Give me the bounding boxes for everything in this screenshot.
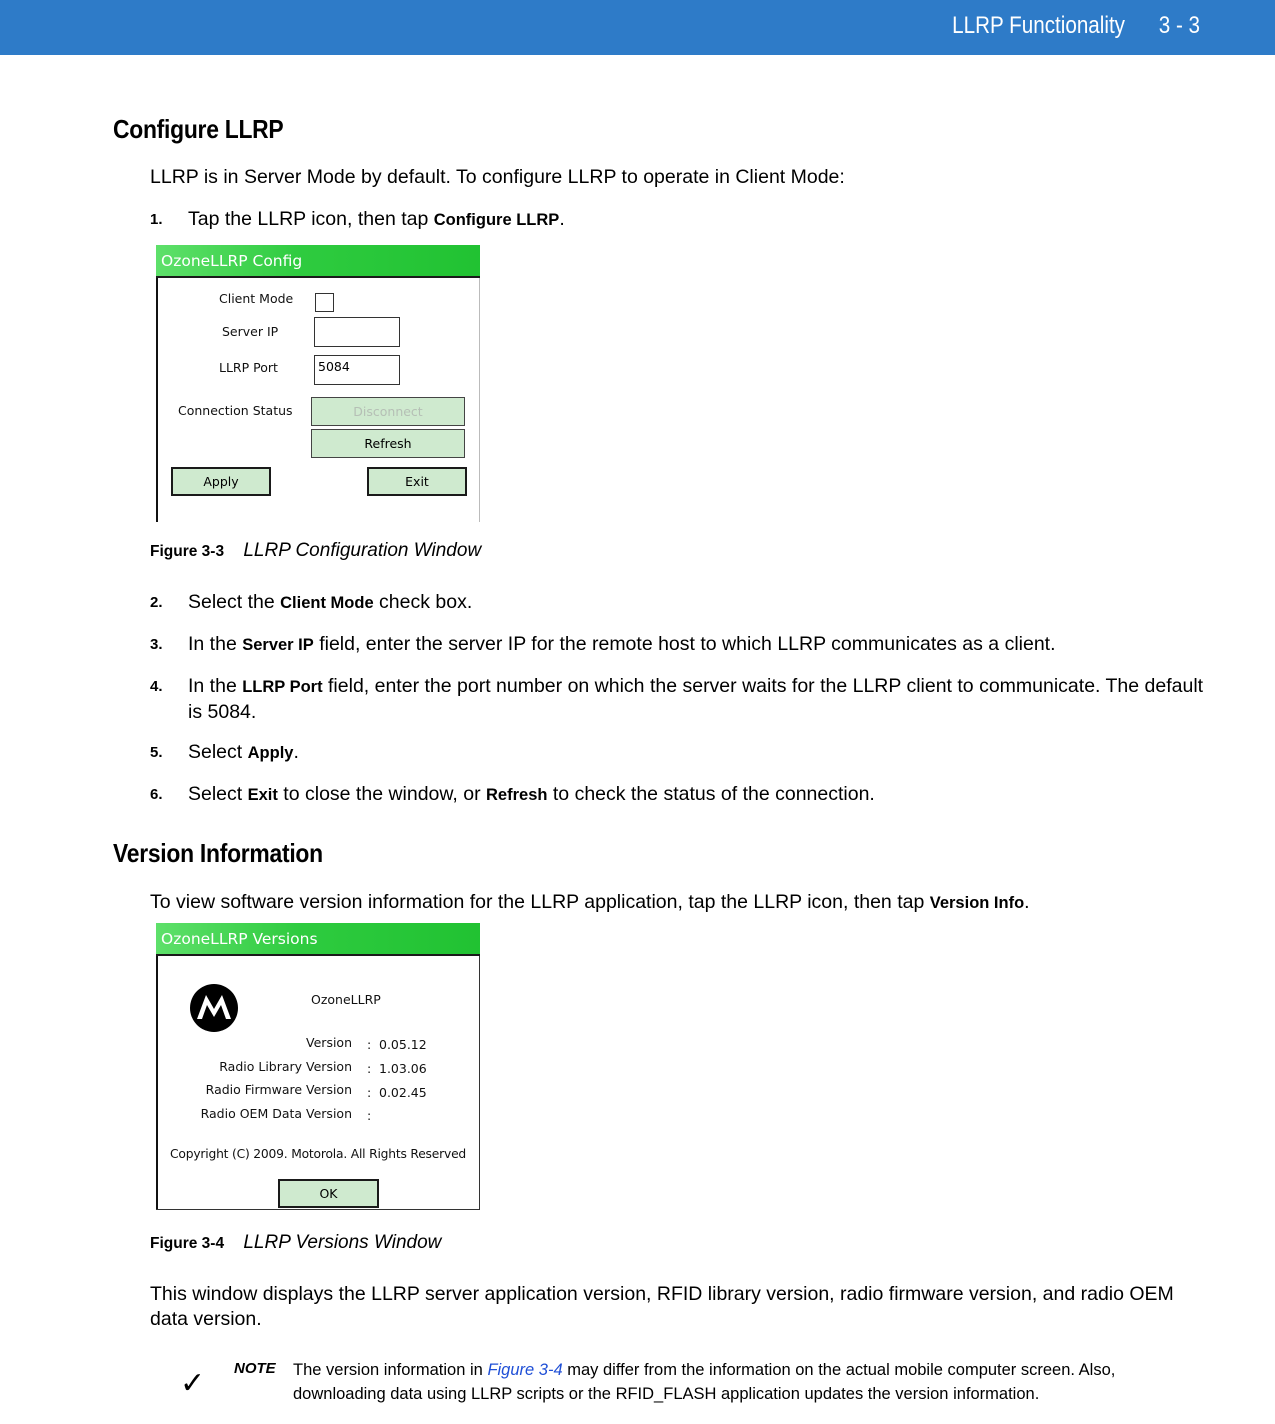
intro-text: To view software version information for… — [150, 891, 930, 913]
intro-ui-term: Version Info — [929, 894, 1025, 912]
note-text: The version information in Figure 3-4 ma… — [293, 1358, 1173, 1406]
window-border — [479, 956, 480, 1209]
server-ip-label: Server IP — [222, 324, 279, 339]
step-ui-term: Refresh — [486, 786, 548, 804]
step-text: Select — [188, 783, 248, 805]
disconnect-button[interactable]: Disconnect — [311, 397, 465, 426]
step-ui-term: Configure LLRP — [433, 211, 560, 229]
window-border — [479, 278, 480, 522]
client-mode-label: Client Mode — [219, 291, 294, 306]
app-name: OzoneLLRP — [311, 992, 381, 1007]
figure-label: Figure 3-3 — [150, 543, 225, 560]
version-row-value: 0.02.45 — [379, 1085, 427, 1100]
version-row-separator: : — [367, 1037, 372, 1052]
step-ui-term: Exit — [247, 786, 278, 804]
client-mode-checkbox[interactable] — [315, 293, 334, 312]
step-4: 4. In the LLRP Port field, enter the por… — [150, 674, 1210, 725]
version-row-value: 1.03.06 — [379, 1061, 427, 1076]
version-intro: To view software version information for… — [150, 890, 1030, 916]
section-heading-version-information: Version Information — [113, 838, 323, 868]
figure-title: LLRP Versions Window — [243, 1232, 442, 1253]
step-ui-term: Client Mode — [280, 594, 374, 612]
note-label: NOTE — [234, 1360, 276, 1377]
window-title-bar: OzoneLLRP Versions — [156, 923, 480, 956]
window-border — [156, 278, 158, 522]
step-text: field, enter the server IP for the remot… — [313, 633, 1056, 655]
llrp-port-field[interactable]: 5084 — [314, 355, 400, 385]
step-number: 3. — [150, 636, 163, 653]
step-ui-term: Apply — [247, 744, 294, 762]
version-row-label: Radio OEM Data Version — [200, 1106, 352, 1121]
page-number: 3 - 3 — [1158, 12, 1200, 39]
llrp-config-window: OzoneLLRP Config Client Mode Server IP L… — [156, 245, 480, 522]
step-number: 1. — [150, 211, 163, 228]
figure-caption-3-4: Figure 3-4 LLRP Versions Window — [150, 1232, 441, 1254]
step-text: Tap the LLRP icon, then tap — [188, 208, 434, 230]
step-ui-term: Server IP — [242, 636, 314, 654]
version-description: This window displays the LLRP server app… — [150, 1283, 1174, 1330]
step-number: 6. — [150, 786, 163, 803]
window-title: OzoneLLRP Versions — [161, 930, 318, 948]
chapter-title: LLRP Functionality — [952, 12, 1125, 39]
ok-button[interactable]: OK — [278, 1179, 379, 1208]
version-row-label: Radio Library Version — [219, 1059, 352, 1074]
motorola-logo-icon — [190, 984, 238, 1032]
version-row-value: 0.05.12 — [379, 1037, 427, 1052]
step-ui-term: LLRP Port — [242, 678, 323, 696]
step-text: In the — [188, 675, 243, 697]
server-ip-field[interactable] — [314, 317, 400, 347]
version-row-separator: : — [367, 1108, 372, 1123]
apply-button[interactable]: Apply — [171, 467, 271, 496]
intro-text: . — [1024, 891, 1030, 913]
step-6: 6. Select Exit to close the window, or R… — [150, 782, 1210, 808]
figure-label: Figure 3-4 — [150, 1235, 225, 1252]
window-border — [156, 956, 158, 1209]
section-heading-configure-llrp: Configure LLRP — [113, 114, 284, 144]
figure-caption-3-3: Figure 3-3 LLRP Configuration Window — [150, 540, 481, 562]
step-text: In the — [188, 633, 243, 655]
step-text: Select — [188, 741, 248, 763]
step-text: Select the — [188, 591, 281, 613]
copyright-text: Copyright (C) 2009. Motorola. All Rights… — [170, 1147, 467, 1161]
step-text: to close the window, or — [277, 783, 487, 805]
version-row-separator: : — [367, 1061, 372, 1076]
window-title: OzoneLLRP Config — [161, 252, 303, 270]
window-title-bar: OzoneLLRP Config — [156, 245, 480, 278]
step-text: field, enter the port number on which th… — [188, 675, 1204, 723]
page-header: LLRP Functionality 3 - 3 — [0, 0, 1275, 55]
version-row-separator: : — [367, 1085, 372, 1100]
connection-status-label: Connection Status — [178, 403, 293, 418]
configure-intro: LLRP is in Server Mode by default. To co… — [150, 166, 845, 188]
step-2: 2. Select the Client Mode check box. — [150, 590, 1210, 616]
checkmark-icon: ✓ — [180, 1366, 206, 1401]
llrp-versions-window: OzoneLLRP Versions OzoneLLRP Version : 0… — [156, 923, 480, 1210]
exit-button[interactable]: Exit — [367, 467, 467, 496]
step-text: . — [293, 741, 299, 763]
llrp-port-label: LLRP Port — [219, 360, 278, 375]
step-number: 4. — [150, 678, 163, 695]
step-text: to check the status of the connection. — [547, 783, 875, 805]
refresh-button[interactable]: Refresh — [311, 429, 465, 458]
version-row-label: Radio Firmware Version — [205, 1082, 352, 1097]
step-number: 5. — [150, 744, 163, 761]
step-1: 1. Tap the LLRP icon, then tap Configure… — [150, 207, 1210, 233]
step-text: . — [559, 208, 565, 230]
step-3: 3. In the Server IP field, enter the ser… — [150, 632, 1210, 658]
version-row-label: Version — [306, 1035, 352, 1050]
figure-title: LLRP Configuration Window — [243, 540, 482, 561]
figure-3-4-link[interactable]: Figure 3-4 — [487, 1361, 562, 1379]
step-text: check box. — [373, 591, 473, 613]
note-text-part: The version information in — [293, 1361, 488, 1379]
step-number: 2. — [150, 594, 163, 611]
step-5: 5. Select Apply. — [150, 740, 1210, 766]
